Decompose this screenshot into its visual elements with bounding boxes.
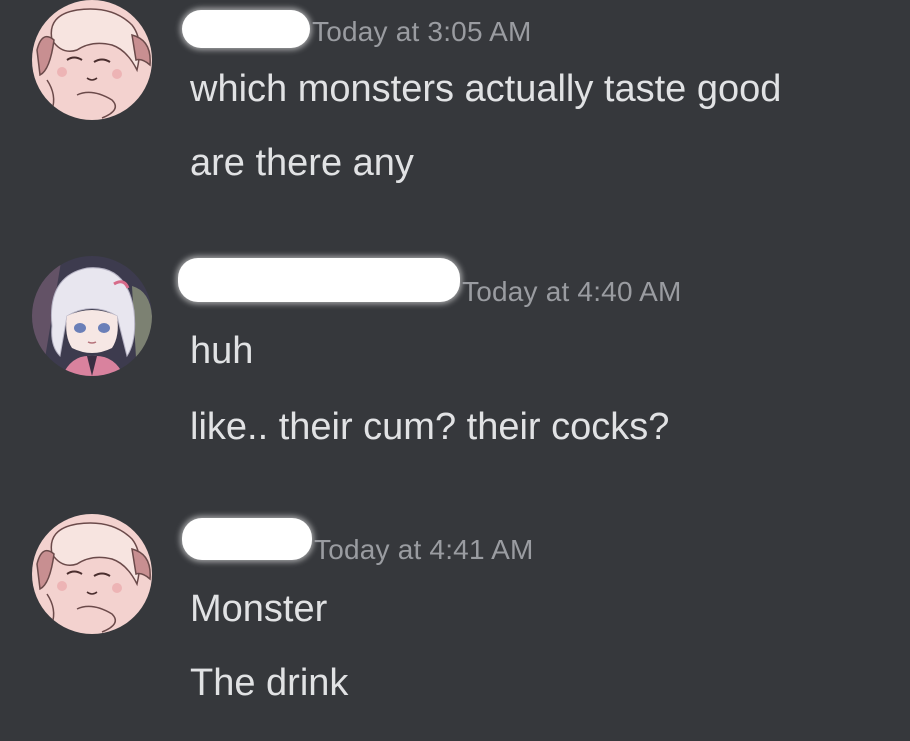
message-timestamp: Today at 4:40 AM [462,276,682,307]
user-avatar[interactable] [32,514,152,634]
anime-girl-pink-avatar-icon [32,0,152,120]
author-name-redacted [182,518,312,560]
message-timestamp: Today at 3:05 AM [312,16,532,47]
message-text: like.. their cum? their cocks? [190,406,670,448]
message-timestamp: Today at 4:41 AM [314,534,534,565]
message-text: huh [190,330,254,372]
message-text: Monster [190,588,328,630]
chat-log: Today at 3:05 AM which monsters actually… [0,0,910,741]
anime-girl-pink-avatar-icon [32,514,152,634]
message-text: The drink [190,662,349,704]
user-avatar[interactable] [32,0,152,120]
author-name-redacted [182,10,310,48]
author-name-redacted [178,258,460,302]
user-avatar[interactable] [32,256,152,376]
message-text: are there any [190,142,414,184]
anime-girl-white-hair-avatar-icon [32,256,152,376]
message-text: which monsters actually taste good [190,68,782,110]
